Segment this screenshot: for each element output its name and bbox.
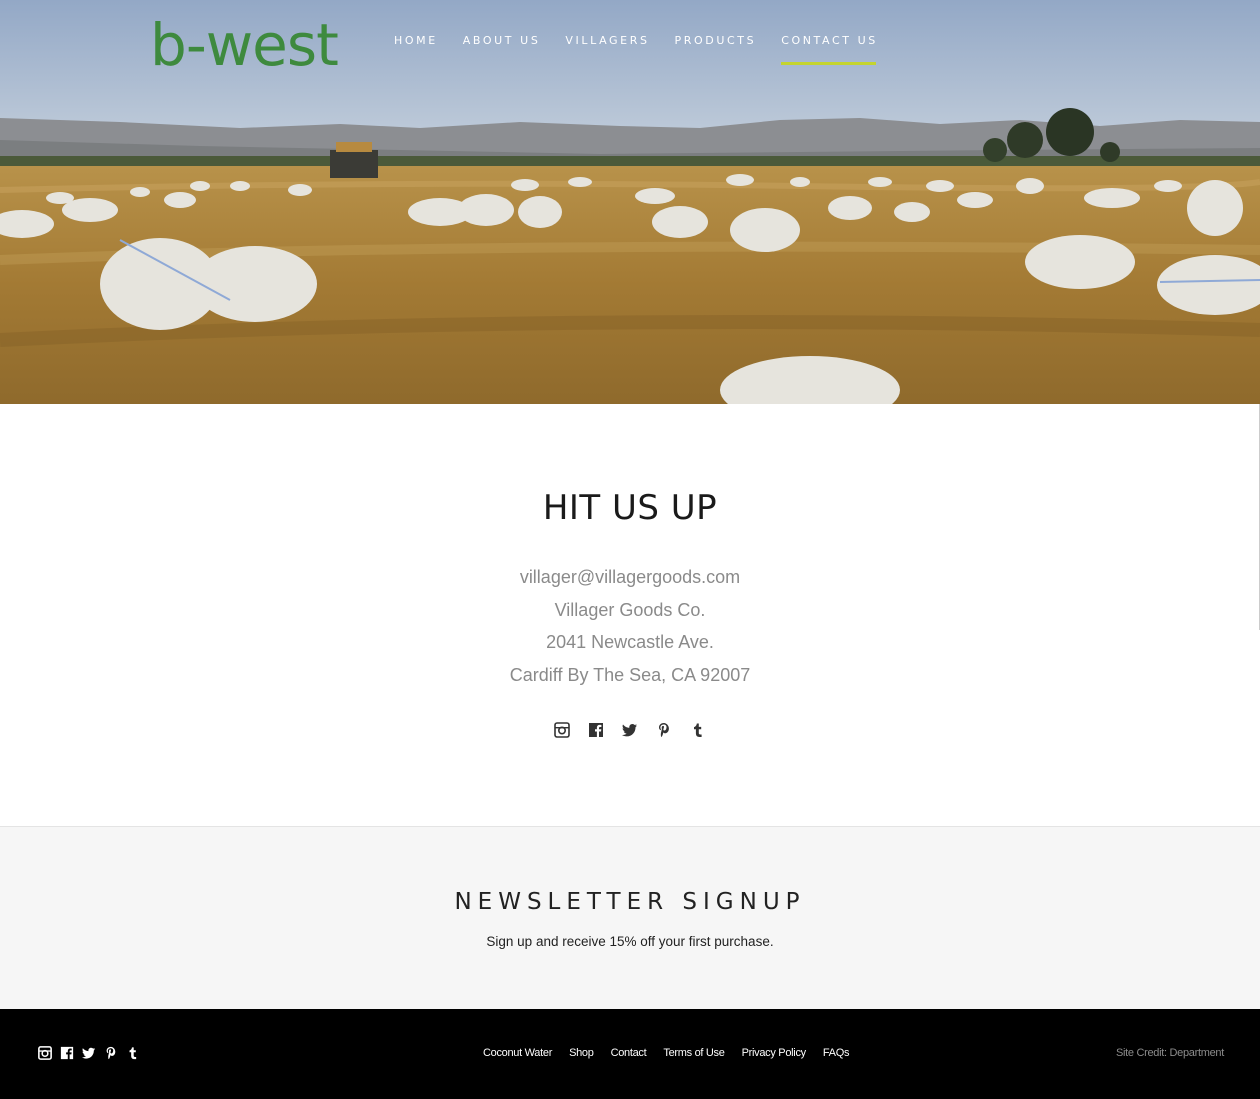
newsletter-section: NEWSLETTER SIGNUP Sign up and receive 15… [0,826,1260,1009]
footer-social-links [37,1045,141,1061]
contact-section: HIT US UP villager@villagergoods.com Vil… [0,404,1260,826]
pinterest-icon[interactable] [103,1045,119,1061]
facebook-icon[interactable] [59,1045,75,1061]
nav-about-us[interactable]: ABOUT US [463,34,541,68]
newsletter-title: NEWSLETTER SIGNUP [454,889,806,915]
contact-details: villager@villagergoods.com Villager Good… [0,561,1260,692]
hero-banner: b-west HOME ABOUT US VILLAGERS PRODUCTS … [0,0,1260,404]
contact-company: Villager Goods Co. [554,599,706,620]
nav-villagers[interactable]: VILLAGERS [565,34,649,68]
footer-link-coconut-water[interactable]: Coconut Water [483,1047,552,1059]
site-footer: Coconut Water Shop Contact Terms of Use … [0,1009,1260,1099]
contact-title: HIT US UP [542,488,718,528]
footer-link-terms-of-use[interactable]: Terms of Use [663,1047,725,1059]
footer-link-contact[interactable]: Contact [611,1047,647,1059]
nav-products[interactable]: PRODUCTS [675,34,757,68]
contact-email[interactable]: villager@villagergoods.com [0,561,1260,594]
nav-contact-us[interactable]: CONTACT US [781,34,878,68]
pinterest-icon[interactable] [654,720,674,740]
newsletter-subtitle: Sign up and receive 15% off your first p… [486,934,774,949]
instagram-icon[interactable] [37,1045,53,1061]
contact-street: 2041 Newcastle Ave. [546,632,714,653]
footer-link-shop[interactable]: Shop [569,1047,594,1059]
contact-city: Cardiff By The Sea, CA 92007 [509,665,751,686]
footer-link-privacy-policy[interactable]: Privacy Policy [742,1047,807,1059]
tumblr-icon[interactable] [688,720,708,740]
tumblr-icon[interactable] [125,1045,141,1061]
footer-links: Coconut Water Shop Contact Terms of Use … [483,1047,866,1059]
contact-social-links [552,720,708,740]
facebook-icon[interactable] [586,720,606,740]
twitter-icon[interactable] [81,1045,97,1061]
main-nav: HOME ABOUT US VILLAGERS PRODUCTS CONTACT… [394,34,903,68]
site-credit[interactable]: Site Credit: Department [1116,1047,1224,1059]
instagram-icon[interactable] [552,720,572,740]
logo[interactable]: b-west [150,8,339,82]
twitter-icon[interactable] [620,720,640,740]
footer-link-faqs[interactable]: FAQs [823,1047,850,1059]
nav-home[interactable]: HOME [394,34,438,68]
